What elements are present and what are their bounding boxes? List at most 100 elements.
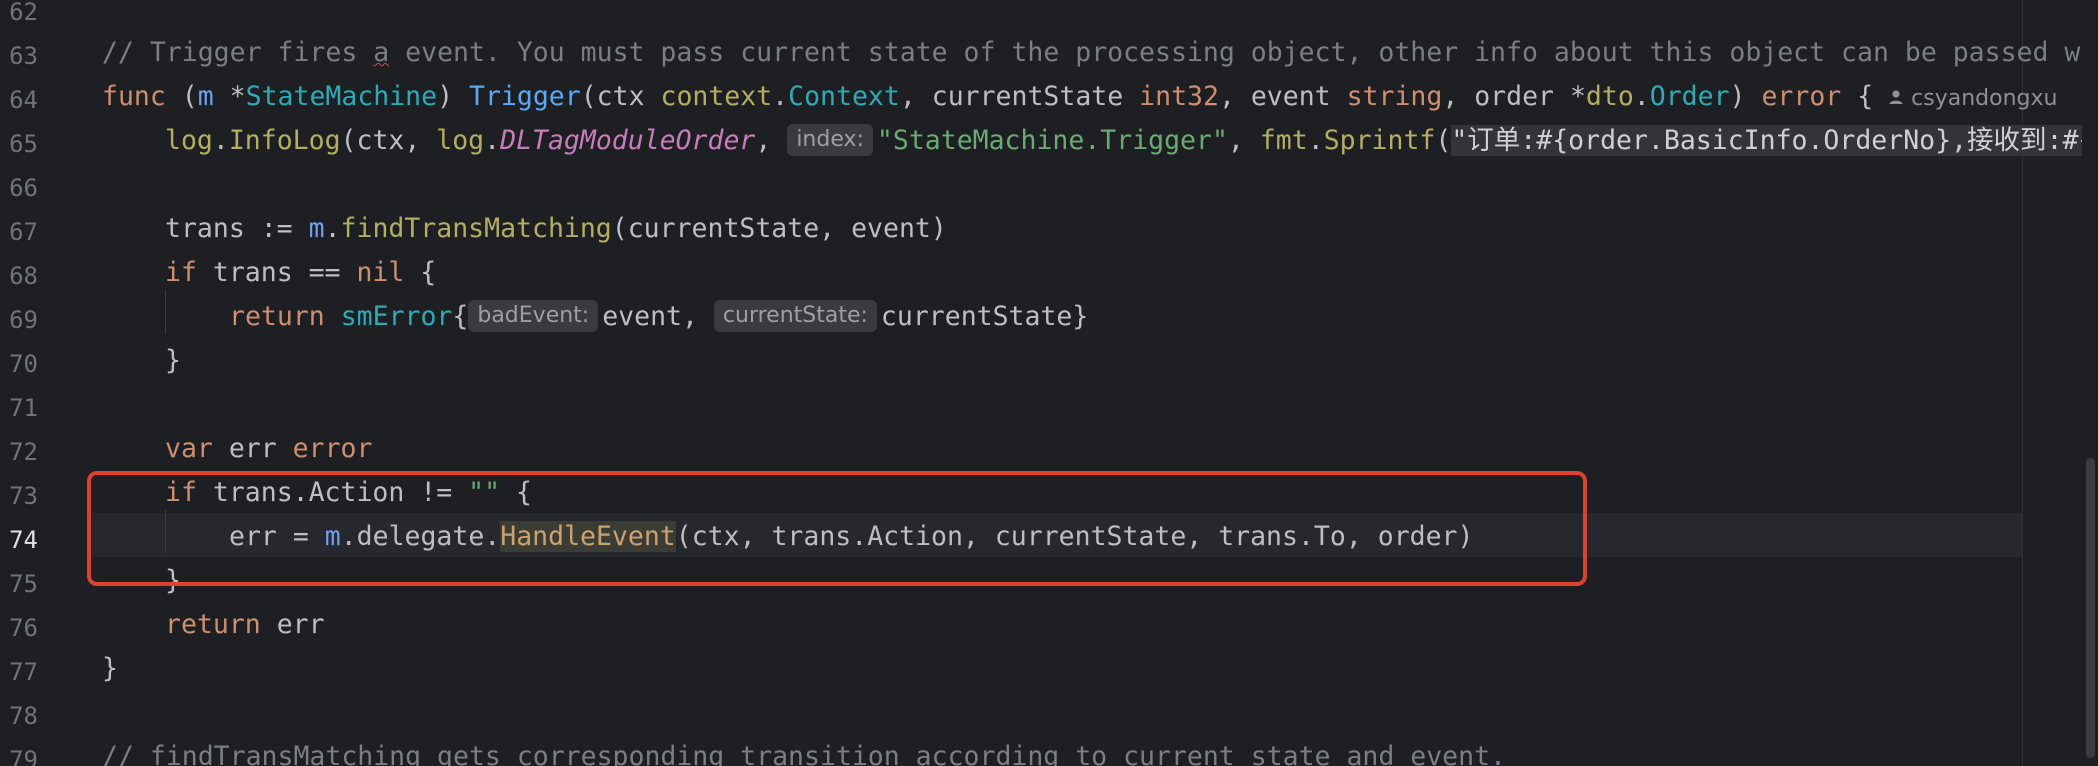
line-number: 79: [9, 746, 38, 766]
code-text: ,: [1227, 125, 1260, 156]
line-number: 66: [9, 174, 38, 202]
code-text: *: [213, 81, 246, 112]
code-line-63[interactable]: // Trigger fires a event. You must pass …: [102, 31, 2096, 75]
code-text: currentState}: [880, 301, 1089, 332]
code-line-72[interactable]: var err error: [165, 427, 372, 471]
builtin-type: error: [1761, 81, 1842, 112]
line-number: 62: [9, 0, 38, 26]
line-number: 73: [9, 482, 38, 510]
code-text: .: [324, 213, 341, 244]
function-call: InfoLog: [228, 125, 341, 156]
code-text: {: [1841, 81, 1874, 112]
code-text: err: [212, 433, 293, 464]
package-name: context: [660, 81, 773, 112]
line-number: 77: [9, 658, 38, 686]
code-text: .: [484, 125, 501, 156]
package-name: log: [165, 125, 213, 156]
code-line-70[interactable]: }: [165, 339, 181, 383]
scrollbar-thumb[interactable]: [2086, 458, 2095, 758]
keyword: if: [165, 257, 197, 288]
receiver: m: [197, 81, 214, 112]
line-number: 75: [9, 570, 38, 598]
type-name: smError: [340, 301, 453, 332]
code-text: }: [165, 345, 181, 376]
line-number: 76: [9, 614, 38, 642]
comment: event. You must pass current state of th…: [389, 37, 2097, 68]
keyword: var: [165, 433, 213, 464]
parameter-hint: currentState:: [713, 299, 877, 332]
keyword: nil: [356, 257, 405, 288]
code-line-64[interactable]: func (m *StateMachine) Trigger(ctx conte…: [102, 75, 2057, 119]
code-text: .: [1307, 125, 1324, 156]
code-text: .: [1633, 81, 1650, 112]
line-number: 72: [9, 438, 38, 466]
comment: // findTransMatching gets corresponding …: [102, 741, 1506, 766]
user-icon: [1889, 90, 1903, 104]
code-line-76[interactable]: return err: [165, 603, 325, 647]
type-name: Context: [788, 81, 900, 112]
builtin-type: int32: [1139, 81, 1219, 112]
annotation-highlight-box: [87, 471, 1587, 586]
comment: // Trigger fires: [102, 37, 374, 68]
keyword: return: [165, 609, 261, 640]
code-text: , currentState: [899, 81, 1140, 112]
code-text: (: [165, 81, 198, 112]
code-line-68[interactable]: if trans == nil {: [165, 251, 436, 295]
code-text: ): [1729, 81, 1762, 112]
builtin-type: string: [1346, 81, 1443, 112]
code-text: .: [772, 81, 789, 112]
code-text: {: [452, 301, 469, 332]
code-text: ): [437, 81, 470, 112]
package-name: fmt: [1259, 125, 1308, 156]
function-call: Sprintf: [1323, 125, 1436, 156]
code-line-79[interactable]: // findTransMatching gets corresponding …: [102, 735, 1506, 766]
constant: DLTagModuleOrder: [500, 125, 756, 156]
string-literal: "StateMachine.Trigger": [876, 125, 1228, 156]
line-number: 64: [9, 86, 38, 114]
type-name: Order: [1649, 81, 1730, 112]
type-name: StateMachine: [245, 81, 438, 112]
keyword: return: [229, 301, 325, 332]
code-text: , order *: [1442, 81, 1586, 112]
code-text: .: [212, 125, 229, 156]
line-number: 68: [9, 262, 38, 290]
line-number-current: 74: [9, 526, 38, 554]
code-text: event,: [602, 301, 714, 332]
code-text: (: [1435, 125, 1452, 156]
line-number-gutter[interactable]: 62 63 64 65 66 67 68 69 70 71 72 73 74 7…: [0, 0, 92, 766]
code-text: {: [404, 257, 437, 288]
code-line-67[interactable]: trans := m.findTransMatching(currentStat…: [165, 207, 947, 251]
line-number: 69: [9, 306, 38, 334]
code-line-77[interactable]: }: [102, 647, 118, 691]
package-name: log: [436, 125, 485, 156]
format-string: "订单:#{order.BasicInfo.OrderNo},接收到:#{: [1451, 125, 2095, 156]
code-text: (ctx: [580, 81, 661, 112]
comment-typo: a: [373, 37, 390, 68]
author-name: csyandongxu: [1911, 86, 2058, 111]
builtin-type: error: [292, 433, 373, 464]
indent-guide: [165, 290, 166, 334]
line-number: 65: [9, 130, 38, 158]
code-text: err: [260, 609, 325, 640]
code-text: (currentState, event): [611, 213, 947, 244]
code-text: trans :=: [165, 213, 309, 244]
line-number: 67: [9, 218, 38, 246]
package-name: dto: [1585, 81, 1634, 112]
line-number: 63: [9, 42, 38, 70]
code-line-69[interactable]: return smError{badEvent: event, currentSt…: [229, 295, 1088, 339]
parameter-hint: badEvent:: [468, 299, 599, 332]
code-text: }: [102, 653, 118, 684]
line-number: 70: [9, 350, 38, 378]
code-line-65[interactable]: log.InfoLog(ctx, log.DLTagModuleOrder, i…: [165, 119, 2095, 163]
git-author-hint[interactable]: csyandongxu: [1887, 77, 2057, 121]
code-text: ,: [755, 125, 788, 156]
keyword: func: [102, 81, 166, 112]
code-editor[interactable]: 62 63 64 65 66 67 68 69 70 71 72 73 74 7…: [0, 0, 2098, 766]
line-number: 78: [9, 702, 38, 730]
receiver: m: [308, 213, 325, 244]
line-number: 71: [9, 394, 38, 422]
function-name: Trigger: [469, 81, 581, 112]
code-text: , event: [1218, 81, 1347, 112]
code-text: trans ==: [196, 257, 357, 288]
